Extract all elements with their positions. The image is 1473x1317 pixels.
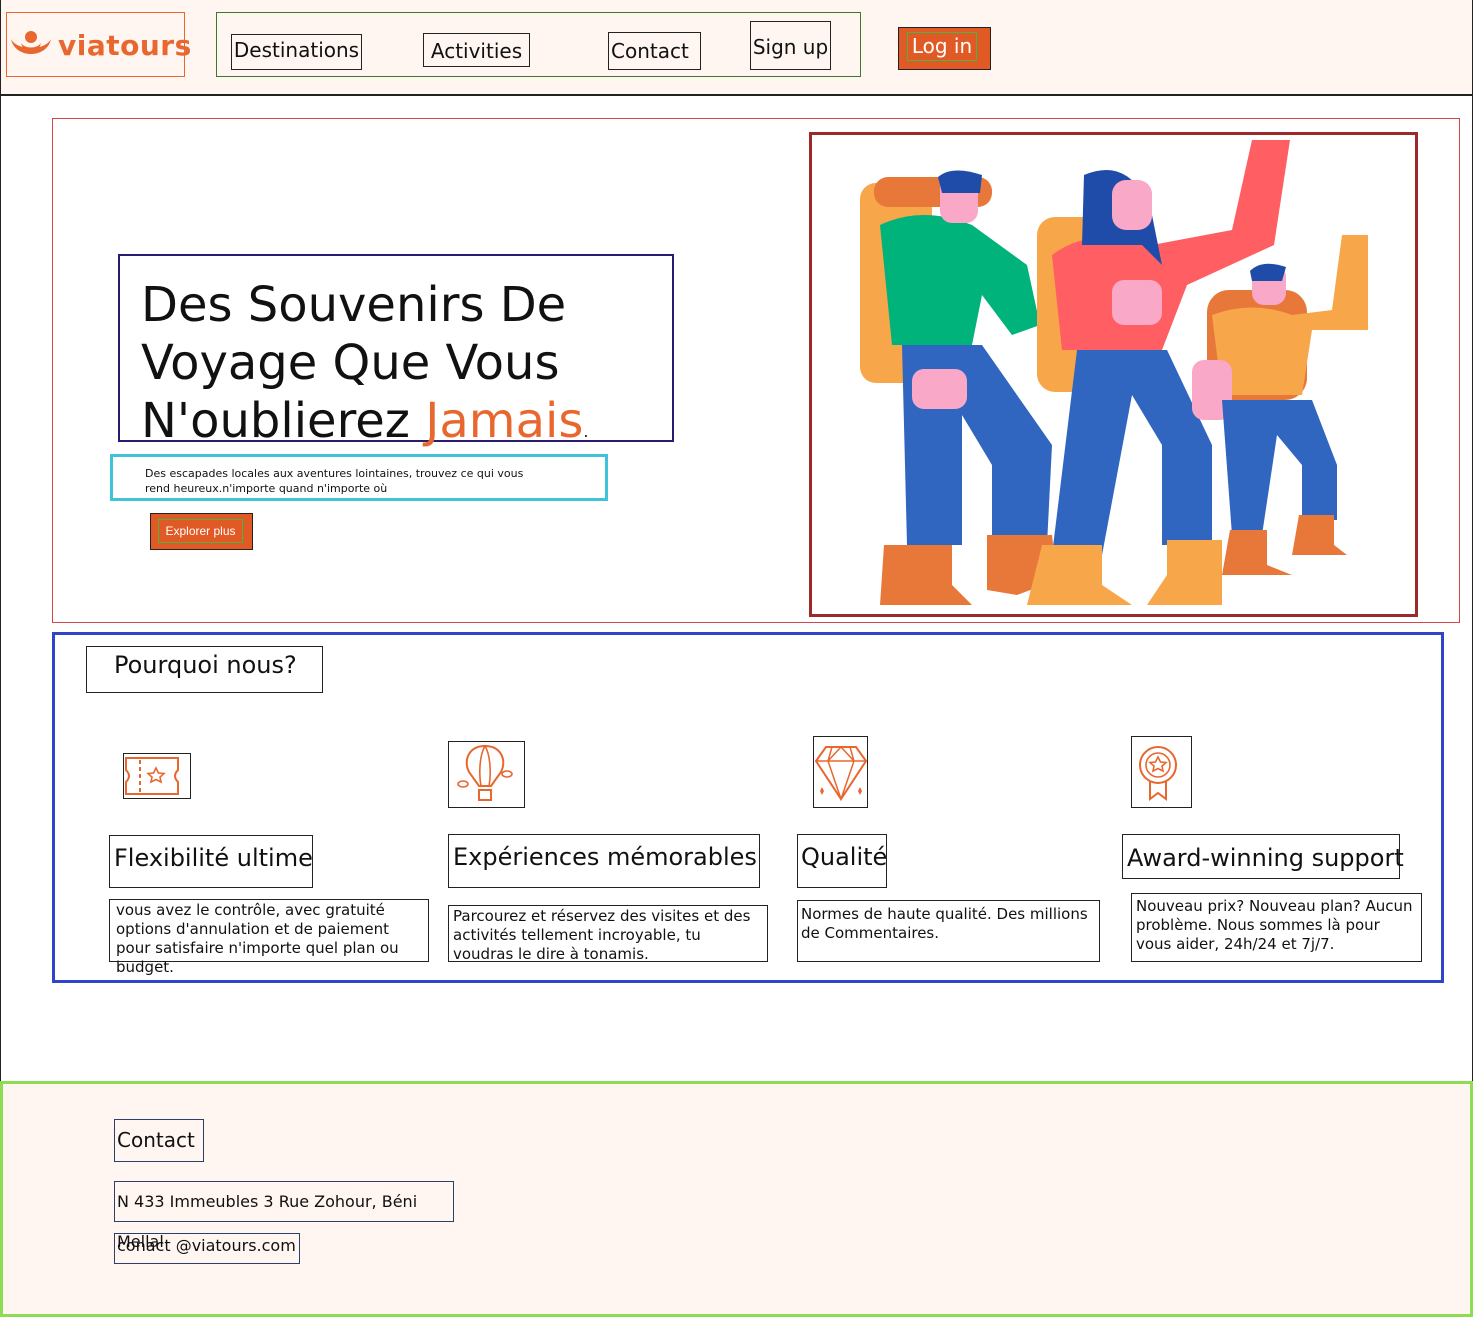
login-button-label[interactable]: Log in	[907, 32, 977, 61]
hero-title: Des Souvenirs De Voyage Que Vous N'oubli…	[141, 276, 588, 461]
hero-subtitle-line-2: rend heureux.n'importe quand n'importe o…	[145, 482, 388, 495]
features-title: Pourquoi nous?	[114, 651, 297, 679]
travelers-illustration	[809, 132, 1418, 617]
diamond-icon	[813, 736, 868, 808]
feature-title-quality: Qualité	[797, 834, 887, 888]
hero-title-suffix: .	[583, 422, 589, 441]
hero-title-accent: Jamais	[425, 393, 584, 449]
feature-desc-flexibility: vous avez le contrôle, avec gratuité opt…	[109, 899, 429, 976]
award-medal-icon	[1131, 736, 1192, 808]
hot-air-balloon-icon	[448, 741, 525, 808]
nav-destinations[interactable]: Destinations	[231, 34, 362, 70]
logo-mark-icon	[11, 31, 51, 54]
travelers-illustration-icon	[860, 140, 1368, 605]
explore-button-label[interactable]: Explorer plus	[158, 519, 243, 543]
feature-title-experiences: Expériences mémorables	[448, 834, 760, 888]
hero-subtitle: Des escapades locales aux aventures loin…	[145, 466, 565, 496]
nav-contact[interactable]: Contact	[608, 32, 701, 70]
hero-title-line-1: Des Souvenirs De	[141, 277, 567, 333]
feature-desc-support: Nouveau prix? Nouveau plan? Aucun problè…	[1131, 893, 1422, 962]
feature-desc-experiences: Parcourez et réservez des visites et des…	[448, 905, 768, 963]
hero-subtitle-line-1: Des escapades locales aux aventures loin…	[145, 467, 524, 480]
feature-desc-quality: Normes de haute qualité. Des millions de…	[797, 900, 1100, 962]
feature-title-support: Award-winning support	[1122, 834, 1404, 879]
footer-email[interactable]: conact @viatours.com	[114, 1233, 300, 1264]
hero-title-line-2: Voyage Que Vous	[141, 335, 560, 391]
brand-name: viatours	[58, 29, 192, 62]
ticket-icon	[123, 753, 191, 799]
footer-address: N 433 Immeubles 3 Rue Zohour, Béni Mella…	[114, 1181, 454, 1251]
nav-sign-up[interactable]: Sign up	[750, 21, 831, 70]
nav-activities[interactable]: Activities	[423, 33, 530, 67]
feature-title-flexibility: Flexibilité ultime	[109, 835, 313, 888]
hero-title-line-3: N'oublierez Jamais.	[141, 392, 588, 461]
hero-title-prefix: N'oublierez	[141, 393, 426, 449]
footer-contact-title: Contact	[114, 1119, 204, 1162]
